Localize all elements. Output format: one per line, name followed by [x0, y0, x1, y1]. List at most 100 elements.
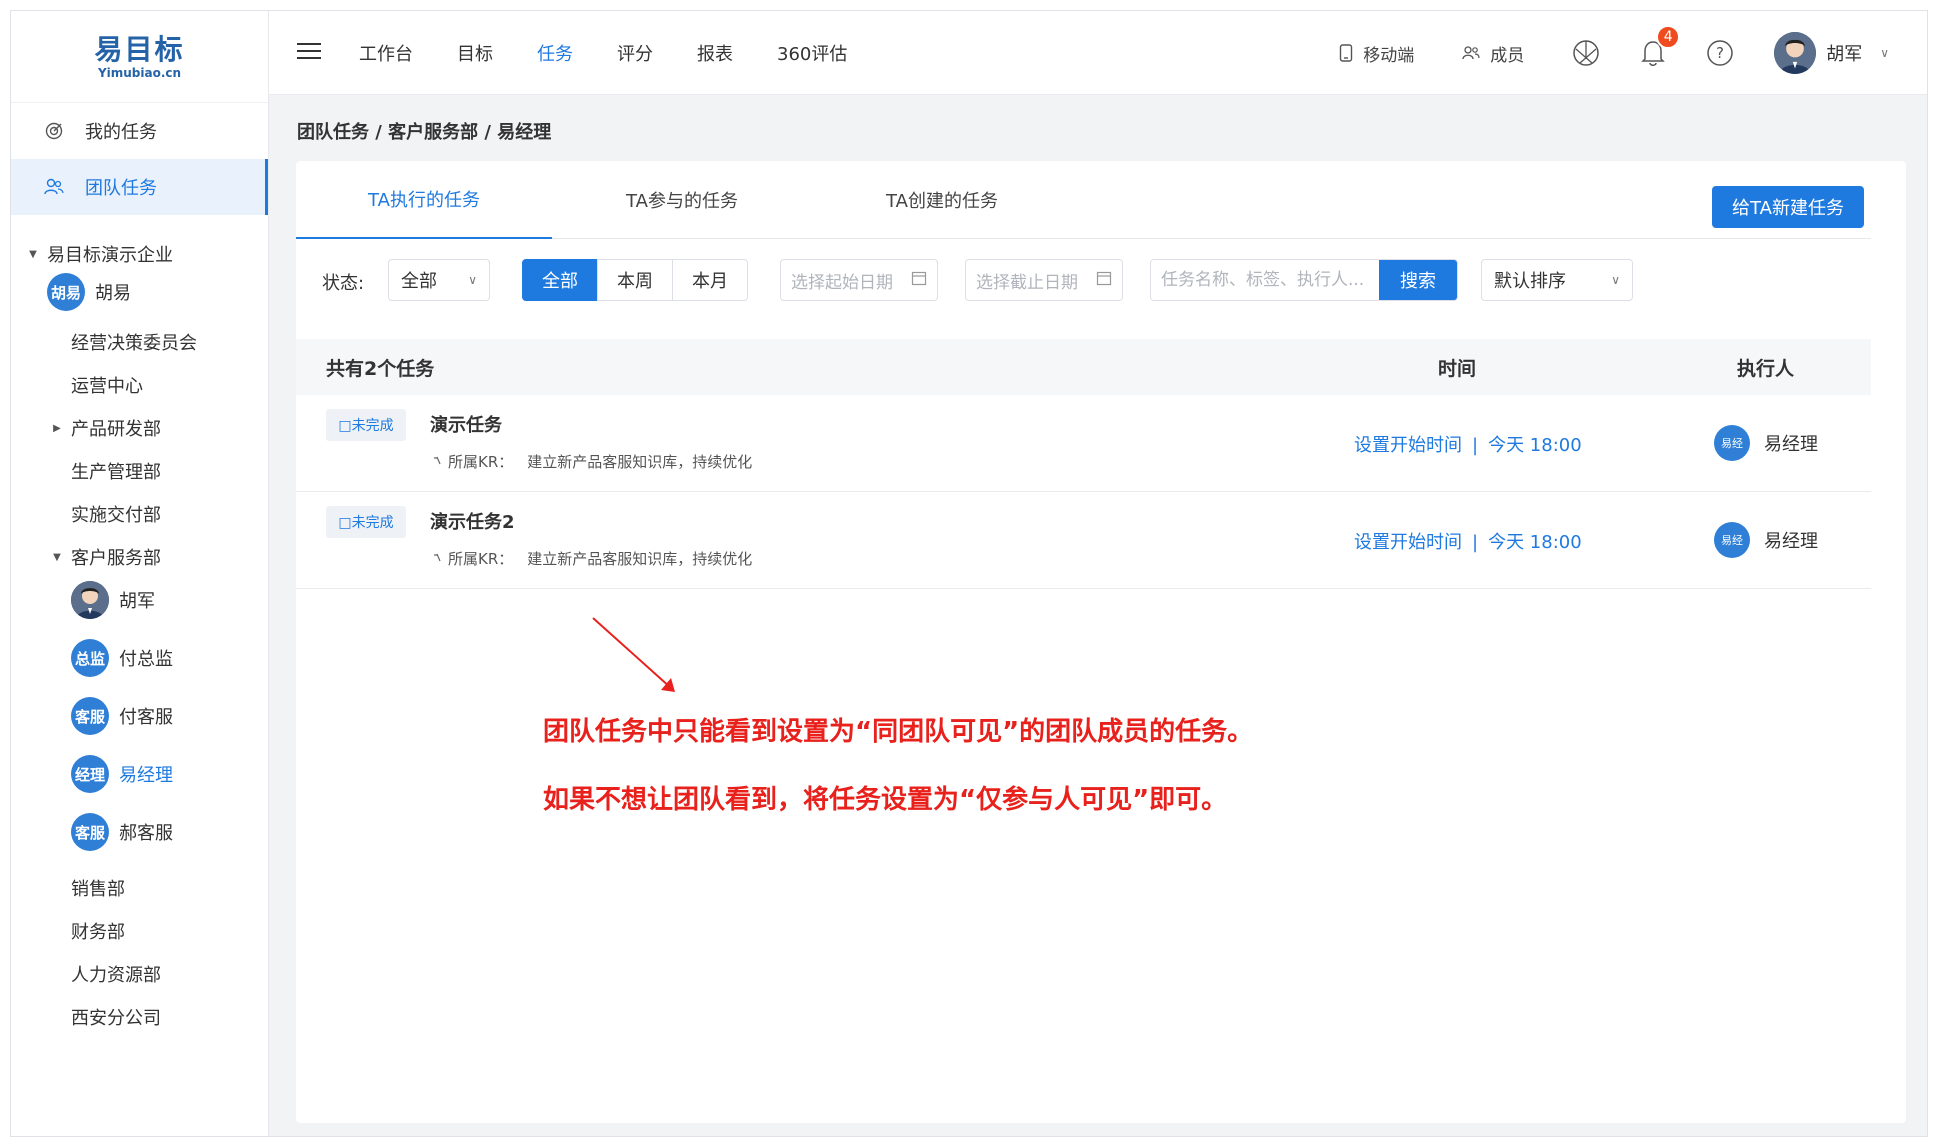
range-all-button[interactable]: 全部	[522, 259, 598, 301]
tree-dept[interactable]: 财务部	[71, 918, 125, 944]
mobile-link[interactable]: 移动端	[1339, 41, 1414, 66]
breadcrumb: 团队任务 / 客户服务部 / 易经理	[297, 122, 552, 143]
set-start-time-link[interactable]: 设置开始时间	[1354, 532, 1462, 553]
tree-dept[interactable]: 经营决策委员会	[71, 329, 197, 355]
tree-member[interactable]: 总监 付总监	[71, 639, 173, 677]
tree-dept[interactable]: ▼ 客户服务部	[49, 544, 161, 570]
avatar: 经理	[71, 755, 109, 793]
tree-member-name: 易经理	[119, 765, 173, 786]
caret-down-icon[interactable]: ▼	[25, 249, 41, 260]
due-time[interactable]: 今天 18:00	[1488, 532, 1582, 553]
tree-member-name: 付客服	[119, 707, 173, 728]
range-month-button[interactable]: 本月	[672, 259, 748, 301]
search-input[interactable]	[1151, 260, 1379, 300]
sort-select-value: 默认排序	[1494, 271, 1566, 292]
col-time: 时间	[1438, 357, 1477, 380]
nav-scoring[interactable]: 评分	[617, 40, 653, 66]
tree-member-selected[interactable]: 经理 易经理	[71, 755, 173, 793]
tree-company[interactable]: ▼ 易目标演示企业	[25, 241, 173, 267]
tree-dept-label: 财务部	[71, 922, 125, 943]
tab-created[interactable]: TA创建的任务	[812, 161, 1072, 239]
tree-dept[interactable]: 人力资源部	[71, 961, 161, 987]
nav-workbench[interactable]: 工作台	[359, 40, 413, 66]
tab-participating[interactable]: TA参与的任务	[552, 161, 812, 239]
tree-company-label: 易目标演示企业	[47, 245, 173, 266]
menu-toggle-icon[interactable]	[297, 43, 321, 61]
task-title[interactable]: 演示任务2	[430, 508, 515, 534]
tree-dept-label: 生产管理部	[71, 462, 161, 483]
task-executor: 易经 易经理	[1714, 425, 1818, 461]
tree-member[interactable]: 客服 郝客服	[71, 813, 173, 851]
set-start-time-link[interactable]: 设置开始时间	[1354, 435, 1462, 456]
task-kr: 所属KR： 建立新产品客服知识库，持续优化	[432, 548, 752, 569]
user-name: 胡军	[1826, 44, 1863, 65]
avatar: 总监	[71, 639, 109, 677]
status-badge[interactable]: □未完成	[326, 506, 406, 538]
app-window: 易目标 Yimubiao.cn 我的任务 团队任务 ▼ 易目标演示企业 胡易 胡…	[10, 10, 1928, 1137]
tree-leader[interactable]: 胡易 胡易	[47, 273, 131, 311]
table-header: 共有2个任务 时间 执行人	[296, 339, 1871, 395]
target-icon	[43, 120, 65, 142]
tree-dept[interactable]: 生产管理部	[71, 458, 161, 484]
avatar: 胡易	[47, 273, 85, 311]
start-date-input[interactable]: 选择起始日期	[780, 259, 938, 301]
task-time: 设置开始时间 | 今天 18:00	[1354, 528, 1582, 554]
tree-dept-label: 人力资源部	[71, 965, 161, 986]
avatar	[71, 581, 109, 619]
members-link[interactable]: 成员	[1462, 41, 1524, 66]
tree-member[interactable]: 胡军	[71, 581, 155, 619]
tree-dept[interactable]: 西安分公司	[71, 1004, 161, 1030]
tree-dept[interactable]: ▶ 产品研发部	[49, 415, 161, 441]
notification-bell-icon[interactable]: 4	[1640, 25, 1681, 67]
status-select[interactable]: 全部 ∨	[388, 259, 490, 301]
logo-text: 易目标	[94, 32, 185, 66]
top-bar: 工作台 目标 任务 评分 报表 360评估 移动端 成员 4 ? 胡军 ∨	[269, 11, 1927, 95]
status-select-value: 全部	[401, 271, 437, 292]
members-icon	[1462, 45, 1480, 61]
tree-dept[interactable]: 实施交付部	[71, 501, 161, 527]
chevron-down-icon: ∨	[1880, 46, 1889, 60]
table-row[interactable]: □未完成 演示任务 所属KR： 建立新产品客服知识库，持续优化 设置开始时间 | 今…	[296, 395, 1871, 492]
sidebar-item-label: 团队任务	[85, 178, 157, 199]
tree-dept-label: 销售部	[71, 879, 125, 900]
link-icon	[432, 453, 444, 471]
phone-icon	[1339, 44, 1353, 62]
task-tabs: TA执行的任务 TA参与的任务 TA创建的任务 给TA新建任务	[296, 161, 1871, 239]
new-task-button[interactable]: 给TA新建任务	[1712, 186, 1864, 228]
tree-member[interactable]: 客服 付客服	[71, 697, 173, 735]
tree-dept-label: 客户服务部	[71, 548, 161, 569]
nav-goals[interactable]: 目标	[457, 40, 493, 66]
main-panel: TA执行的任务 TA参与的任务 TA创建的任务 给TA新建任务 状态: 全部 ∨…	[296, 161, 1906, 1123]
filter-bar: 状态: 全部 ∨ 全部 本周 本月 选择起始日期 选择截止日期 搜索	[296, 259, 1871, 309]
status-badge[interactable]: □未完成	[326, 409, 406, 441]
notification-badge: 4	[1656, 25, 1681, 49]
tab-executing[interactable]: TA执行的任务	[296, 161, 552, 239]
table-row[interactable]: □未完成 演示任务2 所属KR： 建立新产品客服知识库，持续优化 设置开始时间 |…	[296, 492, 1871, 589]
col-executor: 执行人	[1737, 357, 1795, 380]
executor-name: 易经理	[1764, 434, 1818, 455]
tree-dept[interactable]: 运营中心	[71, 372, 143, 398]
caret-right-icon[interactable]: ▶	[49, 423, 65, 434]
sidebar-item-my-tasks[interactable]: 我的任务	[11, 103, 268, 159]
nav-360-review[interactable]: 360评估	[777, 40, 847, 66]
tree-leader-name: 胡易	[95, 283, 131, 304]
end-date-input[interactable]: 选择截止日期	[965, 259, 1123, 301]
task-executor: 易经 易经理	[1714, 522, 1818, 558]
search-button[interactable]: 搜索	[1379, 260, 1457, 300]
user-menu[interactable]: 胡军 ∨	[1774, 32, 1889, 74]
caret-down-icon[interactable]: ▼	[49, 552, 65, 563]
task-title[interactable]: 演示任务	[430, 411, 502, 437]
sort-select[interactable]: 默认排序 ∨	[1481, 259, 1633, 301]
tree-dept[interactable]: 销售部	[71, 875, 125, 901]
help-icon[interactable]: ?	[1706, 39, 1734, 67]
nav-reports[interactable]: 报表	[697, 40, 733, 66]
calendar-icon	[1096, 270, 1112, 291]
nav-tasks[interactable]: 任务	[537, 40, 573, 66]
logo[interactable]: 易目标 Yimubiao.cn	[11, 11, 268, 103]
due-time[interactable]: 今天 18:00	[1488, 435, 1582, 456]
annotation-line-1: 团队任务中只能看到设置为“同团队可见”的团队成员的任务。	[543, 717, 1254, 747]
task-count: 共有2个任务	[326, 357, 435, 380]
sidebar-item-team-tasks[interactable]: 团队任务	[11, 159, 268, 215]
range-week-button[interactable]: 本周	[597, 259, 673, 301]
aperture-icon[interactable]	[1572, 39, 1600, 67]
